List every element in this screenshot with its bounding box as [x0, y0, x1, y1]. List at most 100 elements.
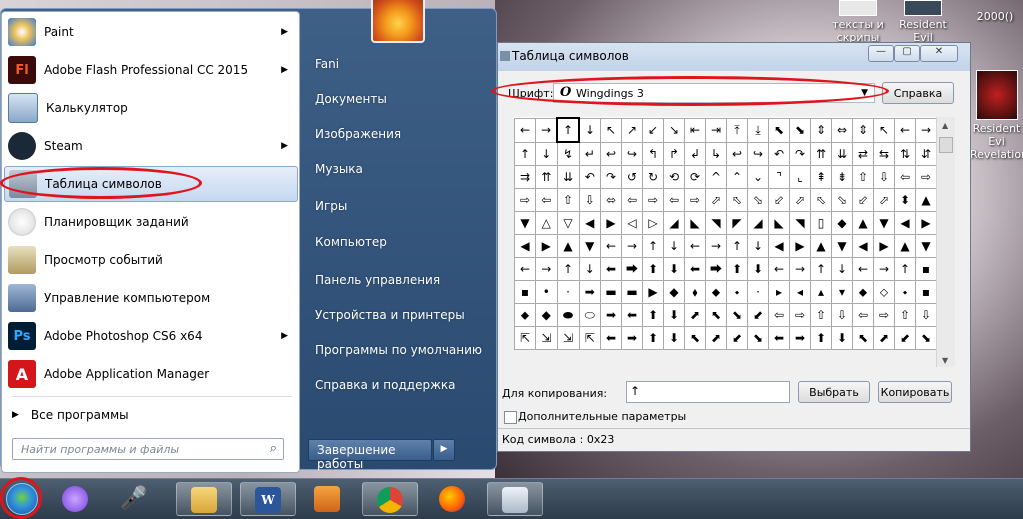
character-cell[interactable]: ⬊	[915, 326, 937, 350]
character-cell[interactable]: ◥	[789, 211, 811, 235]
character-cell[interactable]: ⬉	[768, 117, 790, 143]
character-cell[interactable]: →	[789, 257, 811, 281]
character-cell[interactable]: ↱	[663, 141, 685, 166]
character-cell[interactable]: ⬅	[684, 257, 706, 281]
character-cell[interactable]: ⬋	[726, 326, 748, 350]
character-cell[interactable]: ◆	[831, 211, 853, 235]
right-item-devices-printers[interactable]: Устройства и принтеры	[315, 308, 465, 322]
character-cell[interactable]: ↷	[789, 141, 811, 166]
program-adobe-flash[interactable]: Fl Adobe Flash Professional CC 2015 ▶	[4, 52, 298, 88]
right-item-computer[interactable]: Компьютер	[315, 235, 387, 249]
character-cell[interactable]: ▼	[873, 211, 895, 235]
character-cell[interactable]: ⇆	[873, 141, 895, 166]
character-cell[interactable]: ⬦	[873, 280, 895, 304]
taskbar-alice[interactable]	[50, 482, 106, 516]
character-cell[interactable]: →	[705, 234, 727, 258]
character-cell[interactable]: ⬂	[831, 188, 853, 212]
character-cell[interactable]: ⮕	[705, 257, 727, 281]
character-cell[interactable]: ⇟	[831, 165, 853, 189]
character-cell[interactable]: ▪	[915, 257, 937, 281]
window-titlebar[interactable]: Таблица символов — ▢ ✕	[498, 43, 970, 71]
character-cell[interactable]: ⇨	[915, 165, 937, 189]
character-cell[interactable]: ▼	[831, 234, 853, 258]
character-cell[interactable]: ↓	[663, 234, 685, 258]
character-cell[interactable]: ⬇	[663, 257, 685, 281]
character-cell[interactable]: ▴	[810, 280, 832, 304]
character-cell[interactable]: ◀	[852, 234, 874, 258]
character-cell[interactable]: ⇩	[873, 165, 895, 189]
character-cell[interactable]: ⇈	[535, 165, 558, 189]
character-cell[interactable]: ⇨	[873, 303, 895, 327]
character-cell[interactable]: ↓	[831, 257, 853, 281]
taskbar-chrome[interactable]	[362, 482, 418, 516]
character-cell[interactable]: ⬀	[789, 188, 811, 212]
character-cell[interactable]: ⬃	[768, 188, 790, 212]
right-item-help[interactable]: Справка и поддержка	[315, 378, 456, 392]
character-cell[interactable]: ⬅	[768, 326, 790, 350]
character-cell[interactable]: ↑	[556, 257, 580, 281]
character-cell[interactable]: →	[873, 257, 895, 281]
character-cell[interactable]: ↵	[578, 141, 601, 166]
character-cell[interactable]: ➡	[621, 326, 643, 350]
submenu-arrow-icon[interactable]: ▶	[281, 141, 288, 151]
character-cell[interactable]: ↓	[578, 257, 601, 281]
character-cell[interactable]: ▷	[642, 211, 664, 235]
character-cell[interactable]: ⬈	[705, 326, 727, 350]
grid-scrollbar[interactable]: ▲ ▼	[936, 117, 955, 367]
character-cell[interactable]: ⬩	[726, 280, 748, 304]
character-cell[interactable]: ⬆	[810, 326, 832, 350]
desktop-icon-texts[interactable]: тексты и скрипы	[823, 0, 893, 44]
program-task-scheduler[interactable]: Планировщик заданий	[4, 204, 298, 240]
character-cell[interactable]: ←	[514, 117, 536, 143]
character-cell[interactable]: ←	[768, 257, 790, 281]
character-cell[interactable]: ⬉	[705, 303, 727, 327]
program-photoshop[interactable]: Ps Adobe Photoshop CS6 x64 ▶	[4, 318, 298, 354]
character-cell[interactable]: ⌃	[726, 165, 748, 189]
character-cell[interactable]: ↺	[621, 165, 643, 189]
right-item-control-panel[interactable]: Панель управления	[315, 273, 440, 287]
character-cell[interactable]: ⇊	[831, 141, 853, 166]
program-paint[interactable]: Paint ▶	[4, 14, 298, 50]
advanced-view-checkbox[interactable]	[504, 411, 517, 424]
right-item-pictures[interactable]: Изображения	[315, 127, 401, 141]
character-cell[interactable]: ↰	[642, 141, 664, 166]
right-item-user[interactable]: Fani	[315, 57, 339, 71]
character-cell[interactable]: ⇔	[831, 117, 853, 143]
character-cell[interactable]: ▪	[915, 280, 937, 304]
character-cell[interactable]: ↑	[726, 234, 748, 258]
character-cell[interactable]: ⬀	[873, 188, 895, 212]
character-cell[interactable]: ⟳	[684, 165, 706, 189]
character-cell[interactable]: ▸	[768, 280, 790, 304]
character-cell[interactable]: ⇄	[852, 141, 874, 166]
submenu-arrow-icon[interactable]: ▶	[281, 27, 288, 37]
shutdown-button[interactable]: Завершение работы	[308, 439, 432, 471]
character-cell[interactable]: ⇉	[514, 165, 536, 189]
character-cell[interactable]: ←	[894, 117, 916, 143]
character-cell[interactable]: ⇦	[663, 188, 685, 212]
character-cell[interactable]: ⇱	[578, 326, 601, 350]
character-cell[interactable]: ⬉	[852, 326, 874, 350]
scroll-thumb[interactable]	[939, 137, 953, 153]
character-cell[interactable]: ↑	[894, 257, 916, 281]
character-cell[interactable]: ⇨	[684, 188, 706, 212]
character-cell[interactable]: ▲	[556, 234, 580, 258]
character-cell[interactable]: ⬅	[621, 303, 643, 327]
character-cell[interactable]: ⬇	[831, 326, 853, 350]
character-cell[interactable]: ▲	[915, 188, 937, 212]
character-cell[interactable]: ⇱	[514, 326, 536, 350]
character-cell[interactable]: ⬈	[873, 326, 895, 350]
character-cell[interactable]: ↗	[621, 117, 643, 143]
character-cell[interactable]: ▼	[915, 234, 937, 258]
character-cell[interactable]: ⬧	[684, 280, 706, 304]
all-programs-button[interactable]: ▶ Все программы	[12, 408, 129, 422]
character-cell[interactable]: ⇦	[852, 303, 874, 327]
copy-field[interactable]: ↑	[626, 381, 790, 403]
character-cell[interactable]: ➡	[578, 280, 601, 304]
character-cell[interactable]: ⇦	[768, 303, 790, 327]
character-cell[interactable]: ↖	[873, 117, 895, 143]
character-cell[interactable]: ◀	[514, 234, 536, 258]
character-cell[interactable]: ▬	[600, 280, 622, 304]
character-cell[interactable]: ▪	[514, 280, 536, 304]
search-icon[interactable]: ⌕	[270, 441, 277, 456]
character-cell[interactable]: ⬆	[726, 257, 748, 281]
